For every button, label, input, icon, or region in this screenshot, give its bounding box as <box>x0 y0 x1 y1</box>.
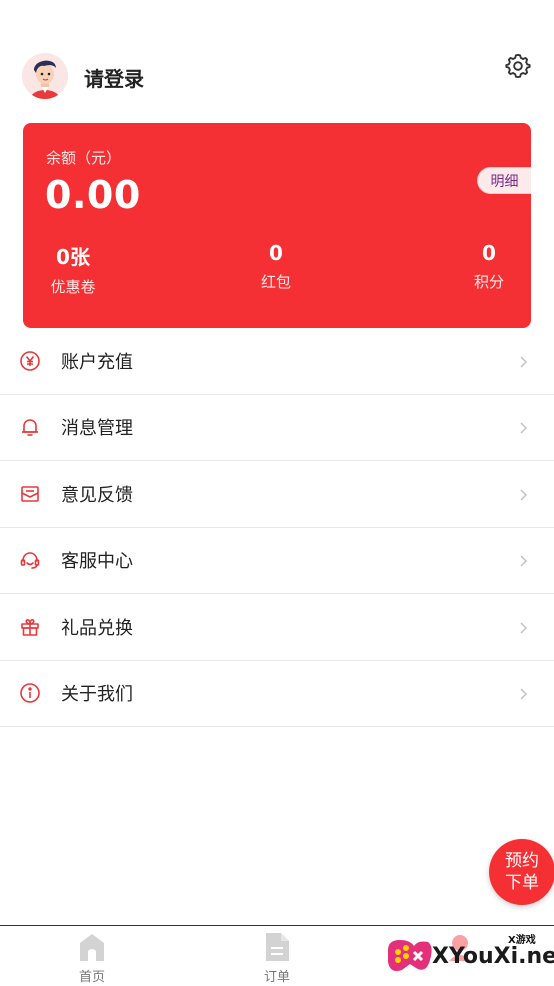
profile-header: 请登录 <box>0 0 554 120</box>
fab-line-1: 预约 <box>505 850 539 872</box>
mail-icon <box>19 483 41 505</box>
stat-red-packets[interactable]: 0 红包 <box>226 241 326 292</box>
menu-item-customer-service[interactable]: 客服中心 <box>0 528 554 595</box>
stat-coupons[interactable]: 0张 优惠卷 <box>23 241 123 297</box>
chevron-right-icon <box>519 553 529 567</box>
book-order-button[interactable]: 预约 下单 <box>489 839 554 905</box>
fab-line-2: 下单 <box>505 872 539 894</box>
stat-value: 0 <box>226 241 326 265</box>
chevron-right-icon <box>519 420 529 434</box>
settings-menu: 账户充值 消息管理 意见反馈 <box>0 328 554 727</box>
menu-item-label: 消息管理 <box>61 414 133 440</box>
stat-value: 0张 <box>23 241 123 270</box>
balance-label: 余额（元） <box>46 147 121 168</box>
stat-label: 积分 <box>439 271 539 292</box>
document-icon <box>263 931 291 963</box>
menu-item-recharge[interactable]: 账户充值 <box>0 328 554 395</box>
info-icon <box>19 682 41 704</box>
nav-item-home[interactable]: 首页 <box>32 926 152 986</box>
menu-item-label: 关于我们 <box>61 680 133 706</box>
menu-item-gift-exchange[interactable]: 礼品兑换 <box>0 594 554 661</box>
nav-label: 订单 <box>217 966 337 985</box>
headset-icon <box>19 549 41 571</box>
bell-icon <box>19 416 41 438</box>
user-avatar-icon <box>22 53 68 99</box>
stat-points[interactable]: 0 积分 <box>439 241 539 292</box>
chevron-right-icon <box>519 620 529 634</box>
menu-item-messages[interactable]: 消息管理 <box>0 395 554 462</box>
detail-button[interactable]: 明细 <box>477 167 531 194</box>
gift-icon <box>19 616 41 638</box>
gear-icon[interactable] <box>504 52 532 80</box>
menu-item-feedback[interactable]: 意见反馈 <box>0 461 554 528</box>
menu-item-about[interactable]: 关于我们 <box>0 661 554 728</box>
avatar[interactable] <box>22 53 68 99</box>
menu-item-label: 客服中心 <box>61 547 133 573</box>
watermark-text: XYouXi.net <box>432 944 554 969</box>
menu-item-label: 意见反馈 <box>61 481 133 507</box>
stat-value: 0 <box>439 241 539 265</box>
nav-label: 首页 <box>32 966 152 985</box>
balance-card: 余额（元） 0.00 明细 0张 优惠卷 0 红包 0 积分 <box>23 123 531 328</box>
stat-label: 红包 <box>226 271 326 292</box>
menu-item-label: 账户充值 <box>61 348 133 374</box>
menu-item-label: 礼品兑换 <box>61 614 133 640</box>
balance-value: 0.00 <box>45 173 141 217</box>
chevron-right-icon <box>519 686 529 700</box>
home-icon <box>78 931 106 963</box>
chevron-right-icon <box>519 487 529 501</box>
stat-label: 优惠卷 <box>23 276 123 297</box>
yuan-icon <box>19 350 41 372</box>
login-prompt[interactable]: 请登录 <box>84 63 144 92</box>
nav-item-orders[interactable]: 订单 <box>217 926 337 986</box>
chevron-right-icon <box>519 354 529 368</box>
